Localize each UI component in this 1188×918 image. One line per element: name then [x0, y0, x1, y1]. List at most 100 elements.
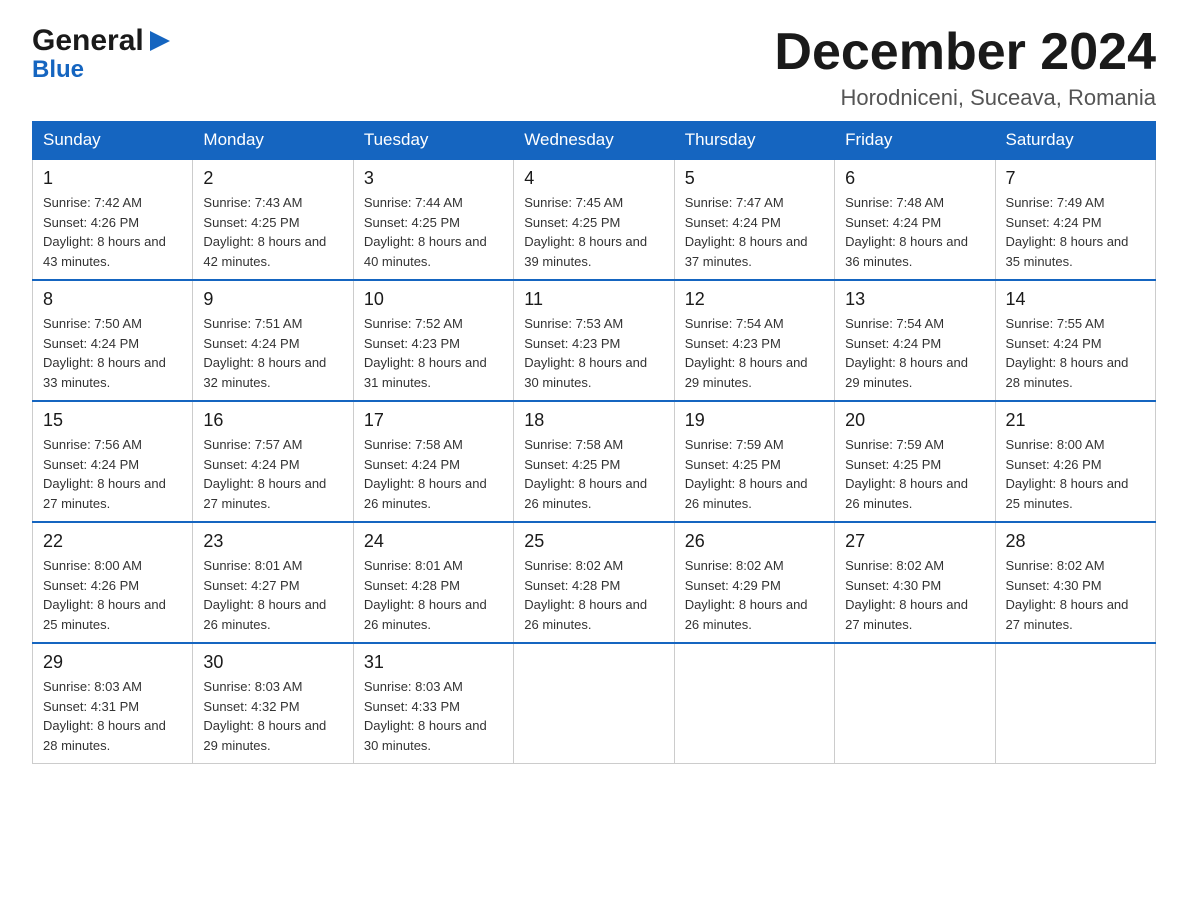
day-info: Sunrise: 7:45 AM Sunset: 4:25 PM Dayligh…	[524, 193, 663, 271]
col-monday: Monday	[193, 122, 353, 160]
table-row: 26 Sunrise: 8:02 AM Sunset: 4:29 PM Dayl…	[674, 522, 834, 643]
table-row: 1 Sunrise: 7:42 AM Sunset: 4:26 PM Dayli…	[33, 159, 193, 280]
table-row: 27 Sunrise: 8:02 AM Sunset: 4:30 PM Dayl…	[835, 522, 995, 643]
table-row: 2 Sunrise: 7:43 AM Sunset: 4:25 PM Dayli…	[193, 159, 353, 280]
table-row: 20 Sunrise: 7:59 AM Sunset: 4:25 PM Dayl…	[835, 401, 995, 522]
day-number: 10	[364, 289, 503, 310]
day-info: Sunrise: 7:49 AM Sunset: 4:24 PM Dayligh…	[1006, 193, 1145, 271]
table-row: 23 Sunrise: 8:01 AM Sunset: 4:27 PM Dayl…	[193, 522, 353, 643]
day-info: Sunrise: 7:59 AM Sunset: 4:25 PM Dayligh…	[685, 435, 824, 513]
day-number: 9	[203, 289, 342, 310]
table-row: 16 Sunrise: 7:57 AM Sunset: 4:24 PM Dayl…	[193, 401, 353, 522]
table-row: 13 Sunrise: 7:54 AM Sunset: 4:24 PM Dayl…	[835, 280, 995, 401]
day-info: Sunrise: 7:54 AM Sunset: 4:24 PM Dayligh…	[845, 314, 984, 392]
day-info: Sunrise: 7:51 AM Sunset: 4:24 PM Dayligh…	[203, 314, 342, 392]
day-info: Sunrise: 7:42 AM Sunset: 4:26 PM Dayligh…	[43, 193, 182, 271]
calendar-header-row: Sunday Monday Tuesday Wednesday Thursday…	[33, 122, 1156, 160]
col-saturday: Saturday	[995, 122, 1155, 160]
table-row: 12 Sunrise: 7:54 AM Sunset: 4:23 PM Dayl…	[674, 280, 834, 401]
day-number: 30	[203, 652, 342, 673]
day-number: 3	[364, 168, 503, 189]
day-info: Sunrise: 7:52 AM Sunset: 4:23 PM Dayligh…	[364, 314, 503, 392]
day-number: 29	[43, 652, 182, 673]
table-row: 5 Sunrise: 7:47 AM Sunset: 4:24 PM Dayli…	[674, 159, 834, 280]
day-info: Sunrise: 7:59 AM Sunset: 4:25 PM Dayligh…	[845, 435, 984, 513]
table-row: 28 Sunrise: 8:02 AM Sunset: 4:30 PM Dayl…	[995, 522, 1155, 643]
day-info: Sunrise: 7:54 AM Sunset: 4:23 PM Dayligh…	[685, 314, 824, 392]
logo-general-text: General	[32, 24, 144, 58]
day-info: Sunrise: 8:03 AM Sunset: 4:33 PM Dayligh…	[364, 677, 503, 755]
table-row: 7 Sunrise: 7:49 AM Sunset: 4:24 PM Dayli…	[995, 159, 1155, 280]
day-info: Sunrise: 7:53 AM Sunset: 4:23 PM Dayligh…	[524, 314, 663, 392]
day-number: 27	[845, 531, 984, 552]
table-row: 24 Sunrise: 8:01 AM Sunset: 4:28 PM Dayl…	[353, 522, 513, 643]
day-info: Sunrise: 8:00 AM Sunset: 4:26 PM Dayligh…	[43, 556, 182, 634]
day-info: Sunrise: 8:02 AM Sunset: 4:30 PM Dayligh…	[1006, 556, 1145, 634]
table-row: 18 Sunrise: 7:58 AM Sunset: 4:25 PM Dayl…	[514, 401, 674, 522]
table-row: 30 Sunrise: 8:03 AM Sunset: 4:32 PM Dayl…	[193, 643, 353, 764]
table-row: 8 Sunrise: 7:50 AM Sunset: 4:24 PM Dayli…	[33, 280, 193, 401]
table-row	[674, 643, 834, 764]
week-row-3: 15 Sunrise: 7:56 AM Sunset: 4:24 PM Dayl…	[33, 401, 1156, 522]
table-row: 29 Sunrise: 8:03 AM Sunset: 4:31 PM Dayl…	[33, 643, 193, 764]
day-info: Sunrise: 7:43 AM Sunset: 4:25 PM Dayligh…	[203, 193, 342, 271]
week-row-5: 29 Sunrise: 8:03 AM Sunset: 4:31 PM Dayl…	[33, 643, 1156, 764]
table-row: 17 Sunrise: 7:58 AM Sunset: 4:24 PM Dayl…	[353, 401, 513, 522]
table-row: 3 Sunrise: 7:44 AM Sunset: 4:25 PM Dayli…	[353, 159, 513, 280]
day-number: 2	[203, 168, 342, 189]
day-info: Sunrise: 7:58 AM Sunset: 4:25 PM Dayligh…	[524, 435, 663, 513]
table-row: 15 Sunrise: 7:56 AM Sunset: 4:24 PM Dayl…	[33, 401, 193, 522]
table-row	[514, 643, 674, 764]
day-number: 20	[845, 410, 984, 431]
logo-triangle-icon	[146, 27, 174, 55]
col-thursday: Thursday	[674, 122, 834, 160]
day-info: Sunrise: 8:01 AM Sunset: 4:28 PM Dayligh…	[364, 556, 503, 634]
day-info: Sunrise: 7:57 AM Sunset: 4:24 PM Dayligh…	[203, 435, 342, 513]
day-number: 31	[364, 652, 503, 673]
table-row: 11 Sunrise: 7:53 AM Sunset: 4:23 PM Dayl…	[514, 280, 674, 401]
col-friday: Friday	[835, 122, 995, 160]
col-wednesday: Wednesday	[514, 122, 674, 160]
day-number: 17	[364, 410, 503, 431]
col-tuesday: Tuesday	[353, 122, 513, 160]
page-subtitle: Horodniceni, Suceava, Romania	[774, 85, 1156, 111]
day-number: 8	[43, 289, 182, 310]
day-number: 5	[685, 168, 824, 189]
week-row-1: 1 Sunrise: 7:42 AM Sunset: 4:26 PM Dayli…	[33, 159, 1156, 280]
day-number: 23	[203, 531, 342, 552]
calendar-table: Sunday Monday Tuesday Wednesday Thursday…	[32, 121, 1156, 764]
day-number: 21	[1006, 410, 1145, 431]
day-number: 22	[43, 531, 182, 552]
day-number: 16	[203, 410, 342, 431]
table-row: 14 Sunrise: 7:55 AM Sunset: 4:24 PM Dayl…	[995, 280, 1155, 401]
logo: General Blue	[32, 24, 174, 84]
week-row-2: 8 Sunrise: 7:50 AM Sunset: 4:24 PM Dayli…	[33, 280, 1156, 401]
day-number: 15	[43, 410, 182, 431]
page-title: December 2024	[774, 24, 1156, 81]
page-header: General Blue December 2024 Horodniceni, …	[32, 24, 1156, 111]
day-number: 24	[364, 531, 503, 552]
table-row: 10 Sunrise: 7:52 AM Sunset: 4:23 PM Dayl…	[353, 280, 513, 401]
day-info: Sunrise: 8:00 AM Sunset: 4:26 PM Dayligh…	[1006, 435, 1145, 513]
table-row: 22 Sunrise: 8:00 AM Sunset: 4:26 PM Dayl…	[33, 522, 193, 643]
table-row: 25 Sunrise: 8:02 AM Sunset: 4:28 PM Dayl…	[514, 522, 674, 643]
title-block: December 2024 Horodniceni, Suceava, Roma…	[774, 24, 1156, 111]
logo-blue-text: Blue	[32, 56, 84, 84]
day-info: Sunrise: 7:44 AM Sunset: 4:25 PM Dayligh…	[364, 193, 503, 271]
table-row: 4 Sunrise: 7:45 AM Sunset: 4:25 PM Dayli…	[514, 159, 674, 280]
day-info: Sunrise: 8:01 AM Sunset: 4:27 PM Dayligh…	[203, 556, 342, 634]
day-info: Sunrise: 7:56 AM Sunset: 4:24 PM Dayligh…	[43, 435, 182, 513]
week-row-4: 22 Sunrise: 8:00 AM Sunset: 4:26 PM Dayl…	[33, 522, 1156, 643]
day-info: Sunrise: 7:55 AM Sunset: 4:24 PM Dayligh…	[1006, 314, 1145, 392]
day-info: Sunrise: 8:02 AM Sunset: 4:29 PM Dayligh…	[685, 556, 824, 634]
day-info: Sunrise: 8:03 AM Sunset: 4:32 PM Dayligh…	[203, 677, 342, 755]
day-number: 4	[524, 168, 663, 189]
day-info: Sunrise: 8:03 AM Sunset: 4:31 PM Dayligh…	[43, 677, 182, 755]
day-number: 1	[43, 168, 182, 189]
table-row: 31 Sunrise: 8:03 AM Sunset: 4:33 PM Dayl…	[353, 643, 513, 764]
day-number: 12	[685, 289, 824, 310]
day-number: 6	[845, 168, 984, 189]
day-number: 28	[1006, 531, 1145, 552]
day-number: 13	[845, 289, 984, 310]
day-number: 25	[524, 531, 663, 552]
